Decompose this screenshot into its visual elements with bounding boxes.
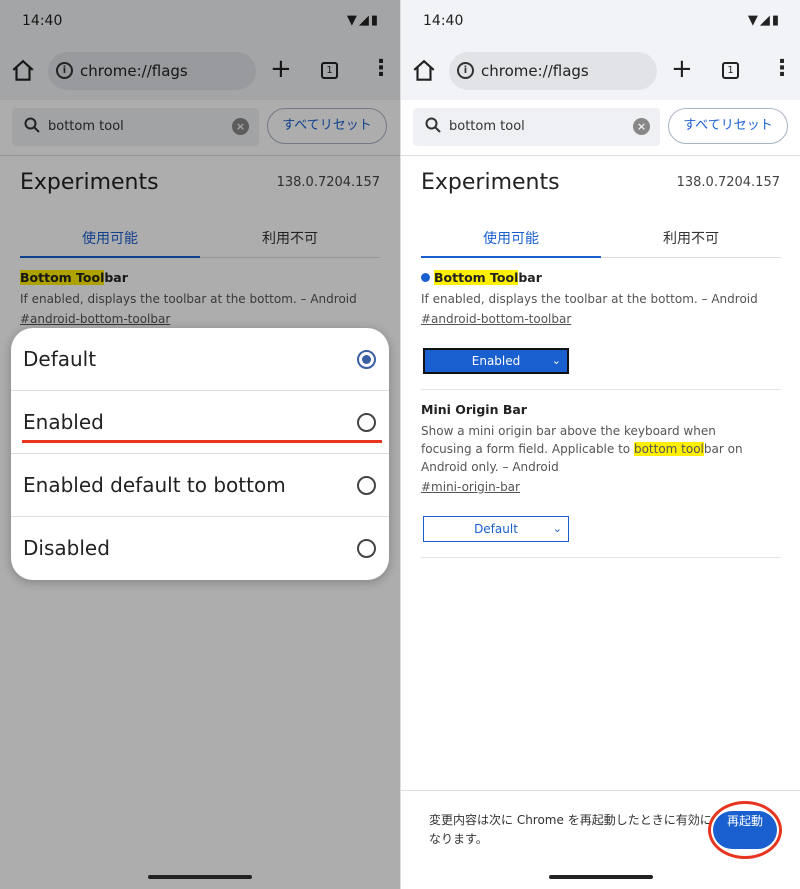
radio-icon[interactable] [357,539,376,558]
version-label: 138.0.7204.157 [676,175,780,190]
flag-title: Mini Origin Bar [421,402,527,417]
tab-available[interactable]: 使用可能 [421,228,601,248]
option-label: Enabled [23,410,104,434]
gesture-bar [549,875,653,879]
flag-link[interactable]: #mini-origin-bar [421,480,520,494]
url-bar[interactable]: i chrome://flags [449,52,657,90]
flag-link[interactable]: #android-bottom-toolbar [421,312,571,326]
annotation-underline [22,440,382,443]
tab-indicator [421,256,601,258]
signal-icon: ◢ [759,13,772,28]
tab-switcher-button[interactable]: 1 [722,62,739,79]
right-screen: 14:40 ▼◢▮ i chrome://flags + 1 ⋮ bottom … [400,0,800,889]
select-value: Default [474,522,518,536]
radio-icon[interactable] [357,413,376,432]
flag-search-row: bottom tool × すべてリセット [401,100,800,156]
url-text: chrome://flags [481,62,589,80]
chevron-down-icon: ⌄ [552,522,562,535]
option-disabled[interactable]: Disabled [11,517,389,580]
tab-unavailable[interactable]: 利用不可 [601,228,781,248]
option-enabled-default-bottom[interactable]: Enabled default to bottom [11,454,389,517]
search-value: bottom tool [449,119,525,134]
restart-message: 変更内容は次に Chrome を再起動したときに有効になります。 [429,813,712,846]
divider [421,557,781,558]
annotation-circle [708,801,782,859]
modified-dot-icon [421,273,430,282]
status-bar: 14:40 ▼◢▮ [401,0,800,42]
gesture-bar [148,875,252,879]
battery-icon: ▮ [771,13,781,28]
search-input[interactable]: bottom tool × [413,108,660,146]
radio-icon[interactable] [357,476,376,495]
flag-select-bottom-toolbar[interactable]: Enabled ⌄ [423,348,569,374]
option-label: Disabled [23,536,110,560]
wifi-icon: ▼ [747,13,760,28]
radio-selected-icon[interactable] [357,350,376,369]
reset-all-button[interactable]: すべてリセット [668,108,788,144]
new-tab-icon[interactable]: + [671,55,693,83]
menu-icon[interactable]: ⋮ [771,55,793,83]
status-time: 14:40 [423,13,464,29]
flag-description: Show a mini origin bar above the keyboar… [421,422,761,476]
search-icon [425,117,441,133]
left-screen: 14:40 ▼◢▮ i chrome://flags + 1 ⋮ bottom … [0,0,400,889]
divider [421,389,781,390]
option-label: Default [23,347,97,371]
flag-title-rest: bar [518,270,542,285]
info-icon[interactable]: i [457,62,474,79]
select-value: Enabled [471,354,521,368]
page-title: Experiments [421,170,560,195]
clear-icon[interactable]: × [633,118,650,135]
flag-description: If enabled, displays the toolbar at the … [421,292,758,306]
tab-bar: 使用可能 利用不可 [421,218,781,258]
chevron-down-icon: ⌄ [551,354,561,367]
home-icon[interactable] [411,58,437,84]
select-dialog: Default Enabled Enabled default to botto… [11,328,389,580]
option-label: Enabled default to bottom [23,473,286,497]
desc-highlight: bottom tool [633,442,704,456]
status-icons: ▼◢▮ [748,13,781,28]
browser-toolbar: i chrome://flags + 1 ⋮ [401,42,800,100]
flag-title-highlight: Bottom Tool [434,270,519,285]
flag-title: Bottom Toolbar [421,270,542,285]
option-enabled[interactable]: Enabled [11,391,389,454]
option-default[interactable]: Default [11,328,389,391]
flag-select-mini-origin-bar[interactable]: Default ⌄ [423,516,569,542]
